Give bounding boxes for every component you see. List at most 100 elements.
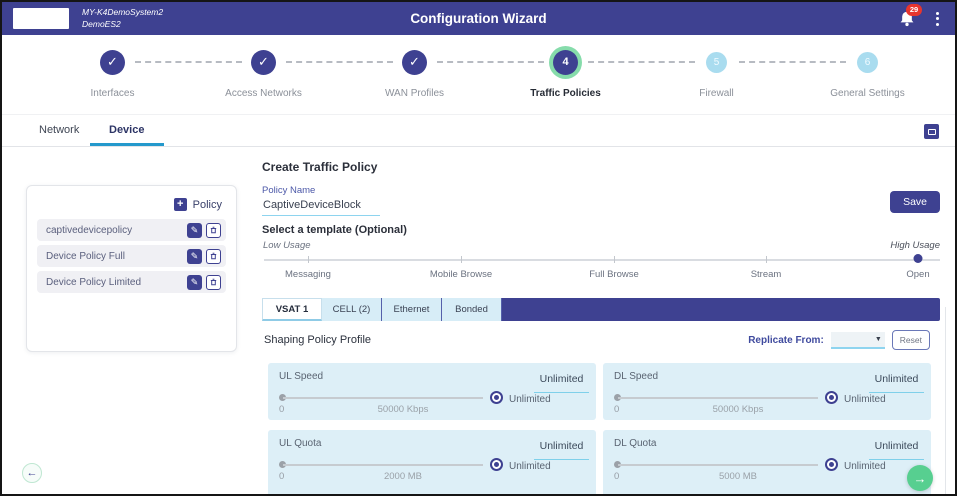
step-general-settings[interactable]: 6 General Settings (792, 45, 943, 99)
unlimited-radio[interactable] (825, 391, 838, 404)
ul-quota-label: UL Quota (279, 438, 321, 449)
template-option-full-browse[interactable]: Full Browse (589, 269, 639, 280)
ul-speed-value-input[interactable] (534, 373, 589, 393)
notifications-bell-icon[interactable]: 29 (898, 10, 916, 28)
tab-bonded[interactable]: Bonded (442, 298, 502, 321)
policy-name: Device Policy Full (46, 251, 187, 262)
edit-icon[interactable]: ✎ (187, 223, 202, 238)
unlimited-radio-label: Unlimited (509, 461, 551, 472)
system-info: MY-K4DemoSystem2 DemoES2 (82, 7, 163, 29)
step-label: Access Networks (225, 88, 302, 99)
policy-list-item[interactable]: Device Policy Full ✎ (37, 245, 226, 267)
template-slider-handle[interactable] (914, 254, 923, 263)
template-option-messaging[interactable]: Messaging (285, 269, 331, 280)
step-label: Traffic Policies (530, 88, 601, 99)
tab-device[interactable]: Device (109, 124, 144, 136)
form-title: Create Traffic Policy (262, 160, 377, 174)
delete-icon[interactable] (206, 223, 221, 238)
arrow-left-icon: ← (27, 467, 38, 479)
check-icon: ✓ (402, 50, 427, 75)
policy-list-item[interactable]: captivedevicepolicy ✎ (37, 219, 226, 241)
slider-min: 0 (614, 404, 619, 415)
slider-min: 0 (279, 471, 284, 482)
tab-vsat-1[interactable]: VSAT 1 (262, 298, 322, 321)
plus-icon: + (174, 198, 187, 211)
check-icon: ✓ (251, 50, 276, 75)
expand-view-icon[interactable] (924, 124, 939, 139)
step-label: WAN Profiles (385, 88, 444, 99)
slider-max: 50000 Kbps (663, 404, 813, 415)
content-area: + Policy captivedevicepolicy ✎ Device Po… (2, 147, 955, 494)
unlimited-radio-label: Unlimited (844, 394, 886, 405)
save-button[interactable]: Save (890, 191, 940, 213)
step-wan-profiles[interactable]: ✓ WAN Profiles (339, 45, 490, 99)
policy-name: captivedevicepolicy (46, 225, 187, 236)
ul-quota-slider-track[interactable] (283, 464, 483, 466)
slider-min: 0 (614, 471, 619, 482)
check-icon: ✓ (100, 50, 125, 75)
step-traffic-policies[interactable]: 4 Traffic Policies (490, 45, 641, 99)
tab-strip-filler (502, 298, 940, 321)
unlimited-radio[interactable] (490, 458, 503, 471)
ul-speed-slider-track[interactable] (283, 397, 483, 399)
step-number: 6 (857, 52, 878, 73)
template-option-mobile-browse[interactable]: Mobile Browse (430, 269, 492, 280)
template-slider-track[interactable] (264, 259, 940, 261)
ul-quota-value-input[interactable] (534, 440, 589, 460)
unlimited-radio[interactable] (825, 458, 838, 471)
step-interfaces[interactable]: ✓ Interfaces (37, 45, 188, 99)
scroll-edge-divider (945, 307, 946, 494)
add-policy-button[interactable]: + Policy (37, 196, 226, 219)
kebab-menu-icon[interactable] (934, 10, 941, 28)
logo (13, 8, 69, 29)
unlimited-radio[interactable] (490, 391, 503, 404)
policy-name: Device Policy Limited (46, 277, 187, 288)
arrow-right-icon: → (914, 471, 927, 486)
step-firewall[interactable]: 5 Firewall (641, 45, 792, 99)
replicate-from-dropdown[interactable]: ▼ (831, 332, 885, 349)
unlimited-radio-label: Unlimited (509, 394, 551, 405)
app-header: MY-K4DemoSystem2 DemoES2 Configuration W… (2, 2, 955, 35)
ul-quota-card: UL Quota 0 2000 MB Unlimited Quota Refre… (268, 430, 596, 494)
slider-max: 2000 MB (328, 471, 478, 482)
next-button[interactable]: → (907, 465, 933, 491)
template-option-open[interactable]: Open (906, 269, 929, 280)
dl-speed-label: DL Speed (614, 371, 658, 382)
interface-tabs: VSAT 1 CELL (2) Ethernet Bonded (262, 298, 940, 321)
active-tab-underline (90, 143, 164, 146)
step-label: General Settings (830, 88, 905, 99)
delete-icon[interactable] (206, 275, 221, 290)
step-access-networks[interactable]: ✓ Access Networks (188, 45, 339, 99)
tab-ethernet[interactable]: Ethernet (382, 298, 442, 321)
view-tabbar: Network Device (2, 114, 955, 147)
step-label: Interfaces (91, 88, 135, 99)
dl-speed-card: DL Speed 0 50000 Kbps Unlimited (603, 363, 931, 420)
step-label: Firewall (699, 88, 733, 99)
edit-icon[interactable]: ✎ (187, 249, 202, 264)
step-number: 5 (706, 52, 727, 73)
template-option-stream[interactable]: Stream (751, 269, 782, 280)
dl-quota-slider-track[interactable] (618, 464, 818, 466)
dl-quota-card: DL Quota 0 5000 MB Unlimited (603, 430, 931, 494)
chevron-down-icon: ▼ (875, 336, 882, 343)
step-number: 4 (553, 50, 578, 75)
tab-network[interactable]: Network (39, 124, 79, 136)
slider-max: 50000 Kbps (328, 404, 478, 415)
reset-button[interactable]: Reset (892, 330, 930, 350)
delete-icon[interactable] (206, 249, 221, 264)
edit-icon[interactable]: ✎ (187, 275, 202, 290)
high-usage-label: High Usage (890, 240, 940, 251)
subsystem-name: DemoES2 (82, 19, 163, 30)
dl-speed-slider-track[interactable] (618, 397, 818, 399)
wizard-stepper: ✓ Interfaces ✓ Access Networks ✓ WAN Pro… (2, 35, 955, 114)
policy-list-item[interactable]: Device Policy Limited ✎ (37, 271, 226, 293)
dl-speed-value-input[interactable] (869, 373, 924, 393)
shaping-title: Shaping Policy Profile (264, 334, 371, 346)
page-title: Configuration Wizard (410, 11, 546, 26)
policy-name-input[interactable] (262, 197, 380, 216)
tab-cell[interactable]: CELL (2) (322, 298, 382, 321)
dl-quota-value-input[interactable] (869, 440, 924, 460)
back-button[interactable]: ← (22, 463, 42, 483)
dl-quota-label: DL Quota (614, 438, 656, 449)
notification-badge: 29 (906, 4, 922, 16)
